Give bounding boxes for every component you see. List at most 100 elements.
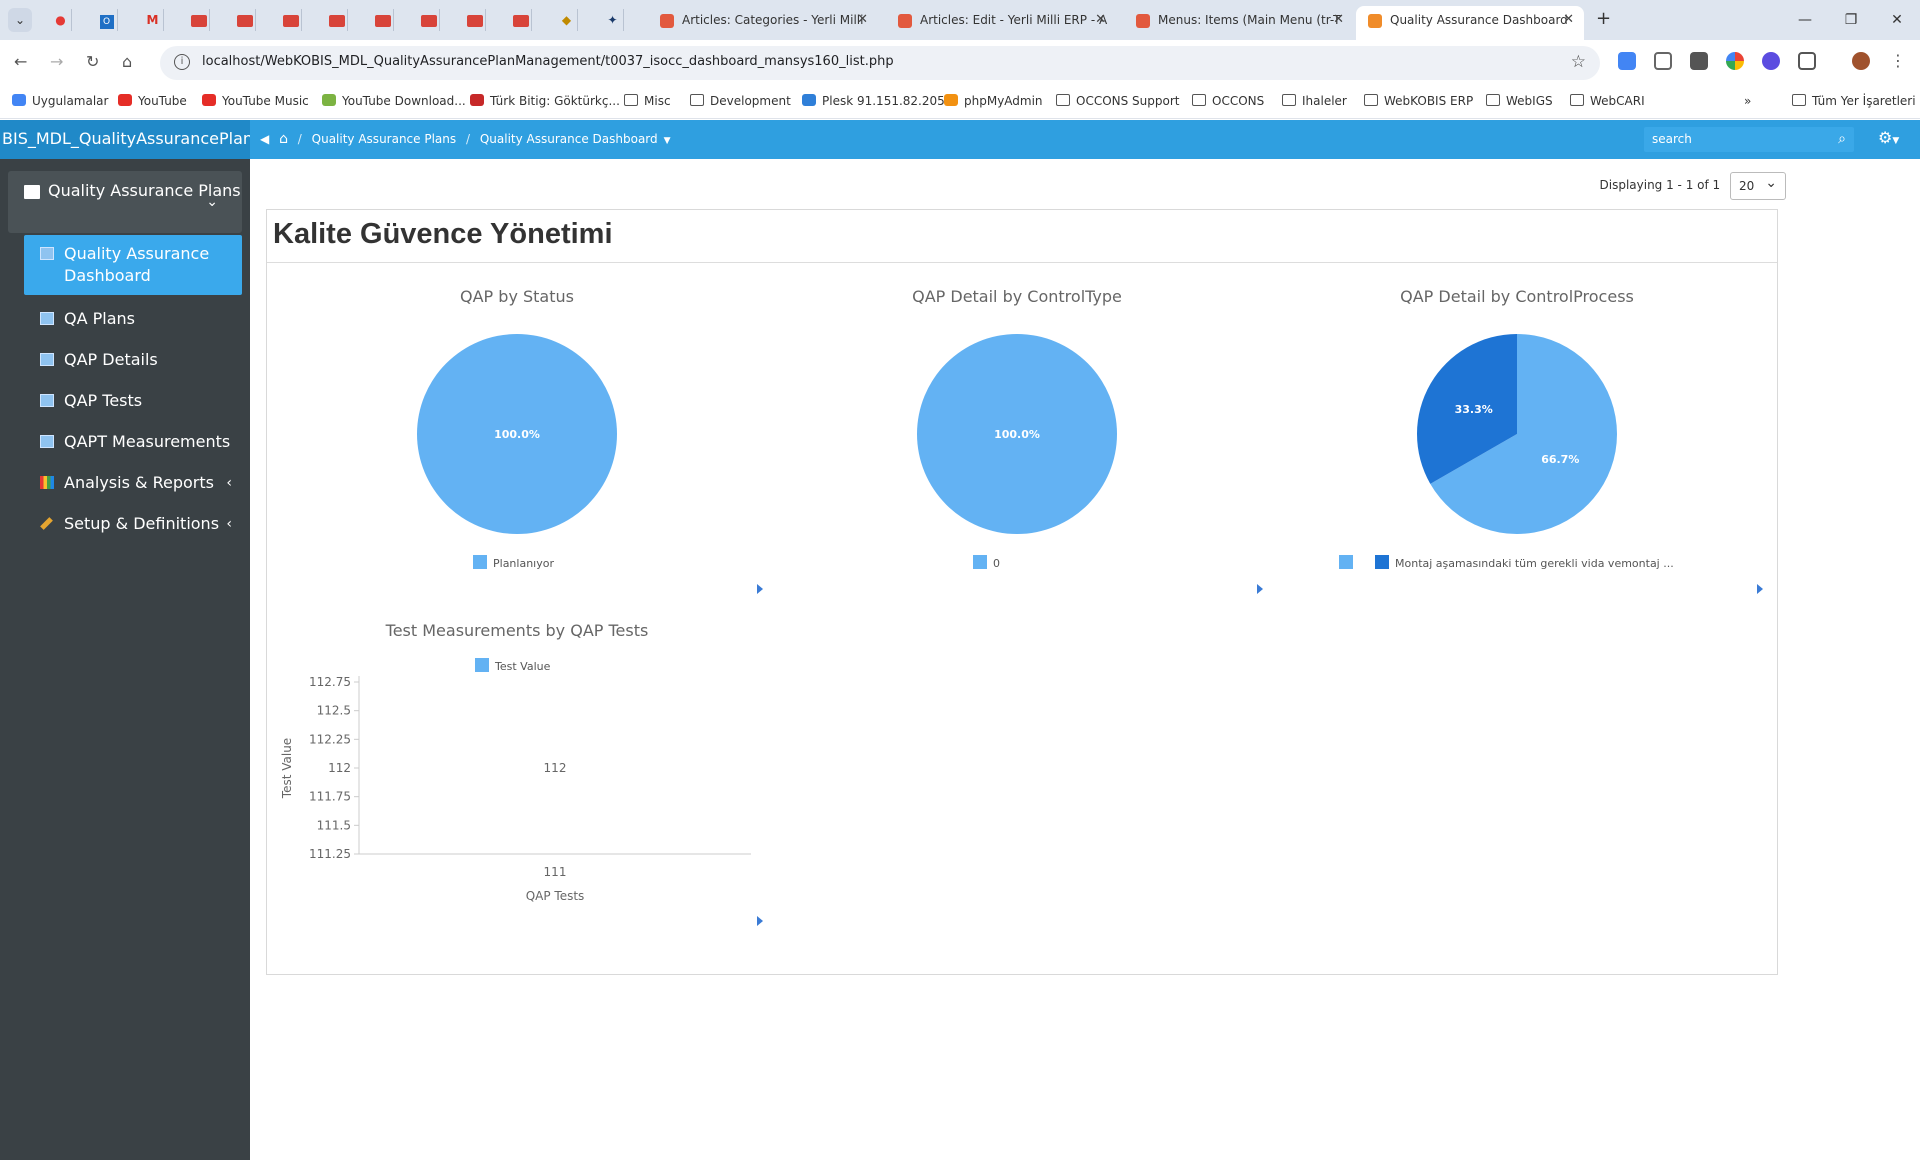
translate-extension-icon[interactable] — [1618, 52, 1636, 70]
bookmark-label: OCCONS Support — [1076, 94, 1180, 108]
new-tab-button[interactable]: + — [1596, 8, 1611, 29]
sidebar-item[interactable]: QAP Tests — [24, 390, 242, 412]
legend-swatch[interactable] — [1339, 555, 1353, 569]
bookmark-item[interactable]: Türk Bitig: Göktürkç... — [470, 94, 620, 108]
legend-label[interactable]: 0 — [993, 557, 1000, 570]
sidebar-item[interactable]: QAPT Measurements — [24, 431, 242, 453]
breadcrumb-dashboard-dropdown[interactable]: Quality Assurance Dashboard — [480, 132, 658, 146]
bookmark-item[interactable]: WebIGS — [1486, 94, 1553, 108]
legend-label[interactable]: Planlanıyor — [493, 557, 554, 570]
browser-tab[interactable]: Articles: Edit - Yerli Milli ERP - A ✕ — [886, 6, 1116, 40]
bookmark-item[interactable]: YouTube Download... — [322, 94, 466, 108]
app-header: BIS_MDL_QualityAssurancePlanMana ◀ ⌂ / Q… — [0, 120, 1920, 159]
forward-icon[interactable]: → — [50, 52, 63, 71]
legend-swatch[interactable] — [473, 555, 487, 569]
home-icon[interactable]: ⌂ — [279, 131, 288, 147]
close-tab-icon[interactable]: ✕ — [1333, 6, 1344, 34]
close-icon[interactable]: ✕ — [1874, 0, 1920, 40]
legend-swatch[interactable] — [475, 658, 489, 672]
sidebar-item[interactable]: QA Plans — [24, 308, 242, 330]
pager-text: Displaying 1 - 1 of 1 — [1599, 178, 1721, 192]
breadcrumb-plans-link[interactable]: Quality Assurance Plans — [312, 132, 456, 146]
legend-next-arrow-icon[interactable] — [1757, 584, 1763, 594]
more-bookmarks-icon[interactable]: » — [1744, 94, 1751, 108]
close-tab-icon[interactable]: ✕ — [857, 6, 868, 34]
sidebar-item[interactable]: Quality Assurance Dashboard — [24, 235, 242, 295]
bookmark-item[interactable]: YouTube Music — [202, 94, 309, 108]
sidebar-toggle-icon[interactable]: ◀ — [260, 132, 269, 146]
url-field[interactable]: i localhost/WebKOBIS_MDL_QualityAssuranc… — [160, 46, 1600, 80]
pinned-tab-icon[interactable]: ✦ — [602, 9, 624, 31]
pinned-tab-icon[interactable] — [234, 9, 256, 31]
pinned-tab-icon[interactable] — [464, 9, 486, 31]
legend-next-arrow-icon[interactable] — [757, 584, 763, 594]
sidebar-item[interactable]: Analysis & Reports ‹ — [24, 472, 242, 494]
pinned-tab-icon[interactable] — [188, 9, 210, 31]
pinned-tab-icon[interactable] — [510, 9, 532, 31]
bookmark-item[interactable]: Misc — [624, 94, 671, 108]
outlook-icon[interactable]: O — [96, 9, 118, 31]
puzzle-icon[interactable] — [1798, 52, 1816, 70]
chart-icon — [40, 476, 54, 489]
browser-tab[interactable]: Articles: Categories - Yerli Milli ✕ — [648, 6, 878, 40]
pinned-tab-icon[interactable]: ● — [50, 9, 72, 31]
extension-icon[interactable] — [1690, 52, 1708, 70]
close-tab-icon[interactable]: ✕ — [1095, 6, 1106, 34]
bookmark-item[interactable]: Tüm Yer İşaretleri — [1792, 94, 1916, 108]
bookmark-item[interactable]: WebKOBIS ERP — [1364, 94, 1473, 108]
legend-next-arrow-icon[interactable] — [757, 916, 763, 926]
minimize-icon[interactable]: — — [1782, 0, 1828, 40]
sidebar-item[interactable]: QAP Details — [24, 349, 242, 371]
back-icon[interactable]: ← — [14, 52, 27, 71]
shield-icon[interactable]: ◆ — [556, 9, 578, 31]
pinned-tab-icon[interactable] — [418, 9, 440, 31]
table-icon — [40, 353, 54, 366]
reload-icon[interactable]: ↻ — [86, 52, 99, 71]
legend-swatch[interactable] — [1375, 555, 1389, 569]
tab-search-icon[interactable]: ⌄ — [8, 8, 32, 32]
main-content: Displaying 1 - 1 of 1 20 Kalite Güvence … — [250, 159, 1920, 1160]
page-size-select[interactable]: 20 — [1730, 170, 1786, 200]
search-icon[interactable]: ⌕ — [1838, 127, 1846, 152]
browser-tab[interactable]: Quality Assurance Dashboard ✕ — [1356, 6, 1584, 40]
slice-label: 33.3% — [1455, 403, 1493, 416]
color-extension-icon[interactable] — [1726, 52, 1744, 70]
menu-dots-icon[interactable]: ⋮ — [1890, 52, 1908, 70]
bookmark-item[interactable]: YouTube — [118, 94, 187, 108]
extension-icon[interactable] — [1762, 52, 1780, 70]
gear-icon[interactable]: ⚙▼ — [1878, 128, 1899, 147]
avatar[interactable] — [1852, 52, 1870, 70]
pinned-tab-icon[interactable] — [372, 9, 394, 31]
caret-down-icon[interactable]: ▼ — [664, 136, 671, 146]
bookmark-item[interactable]: OCCONS — [1192, 94, 1264, 108]
bookmark-item[interactable]: Plesk 91.151.82.205 — [802, 94, 945, 108]
folder-icon — [1486, 94, 1500, 106]
gmail-icon[interactable]: M — [142, 9, 164, 31]
home-icon[interactable]: ⌂ — [122, 52, 132, 71]
bookmark-item[interactable]: OCCONS Support — [1056, 94, 1180, 108]
app-title[interactable]: BIS_MDL_QualityAssurancePlanMana — [0, 120, 250, 159]
joomla-icon — [1136, 14, 1150, 28]
bookmark-item[interactable]: Uygulamalar — [12, 94, 108, 108]
pinned-tab-icon[interactable] — [326, 9, 348, 31]
legend-label[interactable]: Test Value — [494, 660, 551, 673]
bookmark-item[interactable]: WebCARI — [1570, 94, 1645, 108]
bookmark-star-icon[interactable]: ☆ — [1571, 52, 1586, 72]
bookmark-item[interactable]: Development — [690, 94, 791, 108]
legend-swatch[interactable] — [973, 555, 987, 569]
bookmark-label: YouTube Music — [222, 94, 309, 108]
legend-next-arrow-icon[interactable] — [1257, 584, 1263, 594]
sidebar-group-qa-plans[interactable]: Quality Assurance Plans ⌄ — [8, 171, 242, 233]
restore-icon[interactable]: ❐ — [1828, 0, 1874, 40]
pinned-tab-icon[interactable] — [280, 9, 302, 31]
bookmark-item[interactable]: Ihaleler — [1282, 94, 1347, 108]
recycle-extension-icon[interactable] — [1654, 52, 1672, 70]
site-info-icon[interactable]: i — [174, 54, 190, 70]
legend-label[interactable]: Montaj aşamasındaki tüm gerekli vida vem… — [1395, 557, 1674, 570]
y-tick-label: 111.25 — [309, 847, 351, 861]
bookmark-item[interactable]: phpMyAdmin — [944, 94, 1043, 108]
close-tab-icon[interactable]: ✕ — [1563, 6, 1574, 34]
sidebar-item[interactable]: Setup & Definitions ‹ — [24, 513, 242, 535]
search-input[interactable]: search ⌕ — [1644, 127, 1854, 152]
browser-tab[interactable]: Menus: Items (Main Menu (tr-T ✕ — [1124, 6, 1354, 40]
